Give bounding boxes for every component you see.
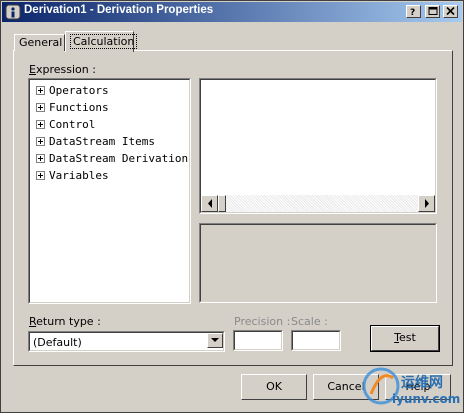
app-icon xyxy=(5,4,21,20)
expand-icon[interactable] xyxy=(36,120,45,129)
scroll-right-button[interactable] xyxy=(418,195,435,212)
result-area xyxy=(199,223,437,303)
question-icon: ? xyxy=(410,8,415,16)
expression-editor[interactable] xyxy=(199,78,437,214)
expand-icon[interactable] xyxy=(36,154,45,163)
tab-general-label: General xyxy=(19,36,63,49)
tab-general[interactable]: General xyxy=(14,34,65,51)
return-type-select[interactable]: (Default) xyxy=(28,331,225,352)
chevron-down-icon xyxy=(211,338,219,342)
close-button[interactable] xyxy=(443,5,458,18)
expand-icon[interactable] xyxy=(36,171,45,180)
return-type-value: (Default) xyxy=(33,336,82,349)
svg-text:?: ? xyxy=(410,8,415,16)
cancel-button[interactable]: Cancel xyxy=(313,374,379,400)
ok-button[interactable]: OK xyxy=(241,374,307,400)
scroll-left-button[interactable] xyxy=(201,195,218,212)
horizontal-scrollbar[interactable] xyxy=(201,195,435,212)
tab-calculation[interactable]: Calculation xyxy=(65,31,138,52)
precision-label: Precision : xyxy=(234,315,291,328)
dialog-window: Derivation1 - Derivation Properties ? Ge… xyxy=(0,0,464,413)
maximize-button[interactable] xyxy=(425,5,440,18)
close-icon xyxy=(446,7,455,16)
scale-field[interactable] xyxy=(291,330,341,351)
help-title-button[interactable]: ? xyxy=(406,5,421,18)
maximize-icon xyxy=(428,7,438,15)
test-button[interactable]: Test xyxy=(371,326,439,351)
precision-field[interactable] xyxy=(233,330,283,351)
expression-tree[interactable]: Operators Functions Control DataStream I… xyxy=(28,78,191,304)
arrow-left-icon xyxy=(208,199,212,208)
return-type-label: Return type : xyxy=(29,315,101,328)
window-title: Derivation1 - Derivation Properties xyxy=(24,4,214,16)
scale-label: Scale : xyxy=(291,315,328,328)
expand-icon[interactable] xyxy=(36,137,45,146)
expand-icon[interactable] xyxy=(36,86,45,95)
help-button[interactable]: Help xyxy=(385,374,451,400)
expand-icon[interactable] xyxy=(36,103,45,112)
return-type-dropdown-button[interactable] xyxy=(207,333,223,348)
scroll-thumb[interactable] xyxy=(218,195,226,212)
tab-calculation-label: Calculation xyxy=(70,34,138,49)
arrow-right-icon xyxy=(425,199,429,208)
expression-label: Expression : xyxy=(29,63,96,76)
title-bar: Derivation1 - Derivation Properties ? xyxy=(2,2,462,22)
